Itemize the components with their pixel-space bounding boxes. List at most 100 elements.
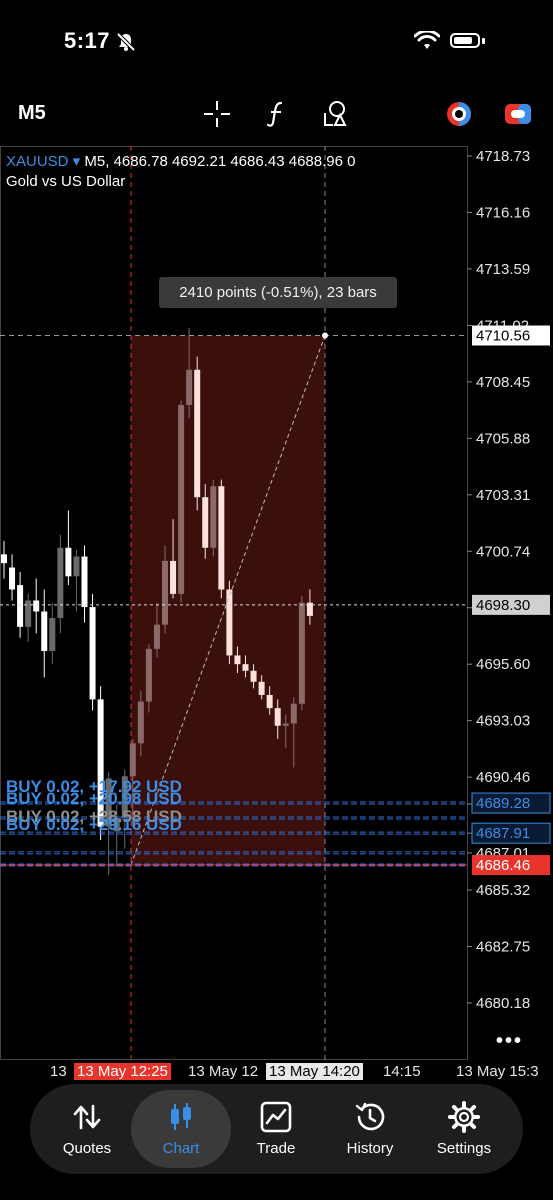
price-label-text: 4689.28 bbox=[476, 795, 530, 812]
bell-muted-icon bbox=[116, 32, 136, 52]
quotes-icon bbox=[73, 1104, 101, 1130]
price-label-blue: 4687.91 bbox=[471, 822, 551, 844]
more-dots-icon[interactable]: ••• bbox=[496, 1030, 523, 1053]
time-label: 13 May 12 bbox=[188, 1063, 259, 1080]
candle-body bbox=[242, 664, 249, 671]
candle bbox=[9, 554, 16, 601]
candle bbox=[65, 510, 72, 586]
symbol-name[interactable]: XAUUSD bbox=[6, 153, 69, 170]
candle bbox=[73, 549, 80, 612]
candle-body bbox=[41, 611, 48, 652]
candle-body bbox=[258, 681, 265, 695]
price-tick-label: 4685.32 bbox=[476, 882, 530, 899]
battery-tip bbox=[482, 38, 485, 44]
price-label-text: 4698.30 bbox=[476, 597, 530, 614]
candle-body bbox=[266, 694, 273, 709]
crosshair-icon[interactable] bbox=[202, 99, 232, 129]
symbol-dropdown-icon[interactable]: ▾ bbox=[69, 153, 85, 170]
account-switch-icon[interactable] bbox=[503, 99, 533, 129]
candle bbox=[33, 578, 40, 634]
price-label-grey: 4698.30 bbox=[472, 594, 550, 615]
candle-body bbox=[57, 547, 64, 619]
candle-body bbox=[234, 655, 241, 665]
candle bbox=[1, 541, 7, 579]
candle-body bbox=[73, 556, 80, 577]
candle bbox=[226, 580, 233, 665]
battery-icon bbox=[450, 33, 480, 48]
candle-body bbox=[137, 701, 144, 744]
time-label: 13 bbox=[50, 1063, 67, 1080]
candle bbox=[57, 534, 64, 634]
candle bbox=[25, 593, 32, 643]
nav-trade[interactable]: Trade bbox=[226, 1090, 326, 1168]
candle bbox=[298, 596, 305, 711]
wifi-icon bbox=[414, 31, 440, 49]
status-time: 5:17 bbox=[64, 28, 111, 53]
chart-candles-icon bbox=[171, 1103, 191, 1130]
price-label-text: 4687.91 bbox=[476, 825, 530, 842]
objects-shapes-icon[interactable] bbox=[320, 99, 350, 129]
price-tick-label: 4700.74 bbox=[476, 543, 530, 560]
nav-label: Quotes bbox=[62, 1140, 112, 1157]
nav-history[interactable]: History bbox=[320, 1090, 420, 1168]
candle bbox=[210, 479, 217, 557]
price-label-blue: 4689.28 bbox=[471, 792, 551, 814]
candle-body bbox=[162, 560, 168, 625]
nav-label: Settings bbox=[436, 1140, 492, 1157]
candle bbox=[194, 356, 201, 511]
candle-body bbox=[202, 497, 209, 548]
measure-end-point bbox=[322, 332, 328, 339]
price-tick-label: 4713.59 bbox=[476, 261, 530, 278]
candle-body bbox=[81, 556, 88, 608]
nav-label: Trade bbox=[256, 1140, 296, 1157]
indicators-function-icon[interactable] bbox=[262, 99, 292, 129]
price-tick-label: 4693.03 bbox=[476, 713, 530, 730]
price-label-text: 4686.46 bbox=[476, 857, 530, 874]
price-label-red: 4686.46 bbox=[472, 855, 550, 876]
history-icon bbox=[355, 1102, 385, 1131]
candle-body bbox=[210, 486, 217, 548]
candle-body bbox=[17, 585, 24, 627]
candle bbox=[81, 545, 88, 623]
candle-body bbox=[298, 602, 305, 704]
price-tick-label: 4705.88 bbox=[476, 430, 530, 447]
candle bbox=[89, 593, 96, 711]
candle-body bbox=[218, 486, 225, 590]
nav-settings[interactable]: Settings bbox=[414, 1090, 514, 1168]
price-tick-label: 4716.16 bbox=[476, 204, 530, 221]
candle bbox=[178, 400, 185, 603]
candle-body bbox=[89, 607, 96, 700]
time-label: 14:15 bbox=[383, 1063, 421, 1080]
trade-icon bbox=[260, 1101, 292, 1133]
price-tick-label: 4718.73 bbox=[476, 148, 530, 165]
candle-body bbox=[274, 708, 281, 726]
nav-label: History bbox=[346, 1140, 394, 1157]
candle bbox=[49, 602, 56, 665]
candle-body bbox=[250, 670, 257, 682]
candle bbox=[41, 589, 48, 678]
candle-body bbox=[170, 560, 177, 594]
price-tick-label: 4703.31 bbox=[476, 487, 530, 504]
measure-tooltip: 2410 points (-0.51%), 23 bars bbox=[159, 277, 397, 308]
price-label-text: 4710.56 bbox=[476, 328, 530, 345]
price-tick-label: 4680.18 bbox=[476, 995, 530, 1012]
symbol-ohlc: M5, 4686.78 4692.21 4686.43 4688.96 0 bbox=[84, 153, 356, 170]
time-label: 13 May 15:3 bbox=[456, 1063, 539, 1080]
nav-quotes[interactable]: Quotes bbox=[37, 1090, 137, 1168]
timeframe-button[interactable]: M5 bbox=[18, 102, 46, 125]
nav-chart[interactable]: Chart bbox=[131, 1090, 231, 1168]
position-label: BUY 0.02, +29.16 USD bbox=[6, 815, 182, 834]
position-label: BUY 0.02, +20.98 USD bbox=[6, 789, 182, 808]
candle bbox=[218, 479, 225, 599]
candle-body bbox=[178, 404, 185, 594]
candle-body bbox=[49, 618, 56, 652]
candle-body bbox=[33, 600, 40, 612]
candle-body bbox=[145, 648, 152, 702]
candle-body bbox=[194, 369, 201, 498]
symbol-description: Gold vs US Dollar bbox=[6, 173, 126, 190]
one-click-trading-icon[interactable] bbox=[444, 99, 474, 129]
candle-body bbox=[153, 624, 160, 649]
nav-label: Chart bbox=[162, 1140, 200, 1157]
price-tick-label: 4695.60 bbox=[476, 656, 530, 673]
candle-body bbox=[226, 589, 233, 656]
